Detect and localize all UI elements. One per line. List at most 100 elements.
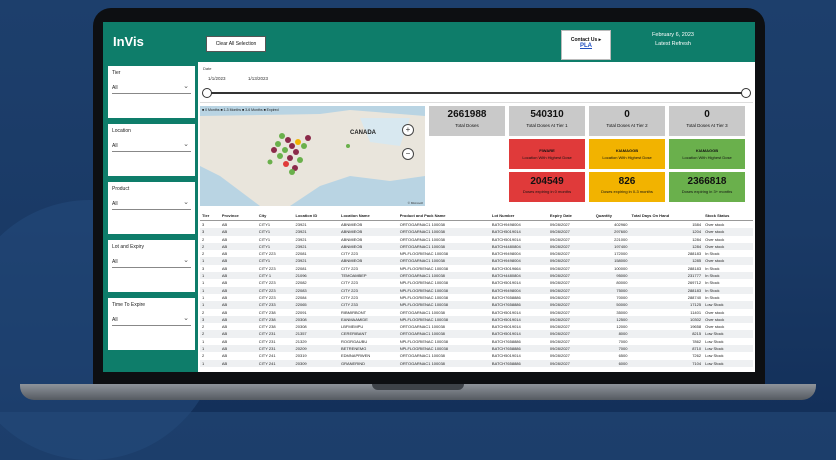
- table-row[interactable]: 2 AB CITY 238 22091 RIBMIRBONT ORTOGARNAC1 10…: [200, 309, 753, 316]
- filter-underline: [112, 93, 191, 94]
- table-cell: CITY 223: [341, 294, 358, 300]
- table-cell: CITY 231: [256, 330, 294, 338]
- lot-expiry-filter[interactable]: Lot and Expiry All ⌄: [108, 240, 195, 292]
- map-attribution: © Microsoft: [407, 201, 423, 205]
- table-row[interactable]: 3 AB CITY1 23921 ABNMIEOB ORTOGARNAC1 100038 B…: [200, 228, 753, 236]
- table-cell: BATCH9498004: [489, 257, 548, 265]
- range-start-handle[interactable]: [202, 88, 212, 98]
- contact-link[interactable]: PLA: [562, 43, 610, 49]
- column-header[interactable]: Total Days On Hand: [629, 210, 704, 221]
- chevron-down-icon[interactable]: ⌄: [183, 314, 189, 322]
- table-cell: TEMOAMBEP: [339, 272, 398, 280]
- table-cell: NPLFLOGRIENAC 100038: [397, 286, 490, 294]
- table-cell: 3: [200, 228, 220, 236]
- table-cell: 35000: [616, 309, 628, 315]
- time-to-expire-filter[interactable]: Time To Expire All ⌄: [108, 298, 195, 350]
- table-cell: LBFMEMPU: [341, 324, 364, 330]
- table-cell: 09/28/2027: [549, 265, 570, 271]
- range-end-handle[interactable]: [741, 88, 751, 98]
- date-range-slicer[interactable]: Date 1/1/2023 1/13/2023: [200, 64, 753, 103]
- column-header[interactable]: Stock Status: [703, 210, 753, 221]
- table-row[interactable]: 1 AB CITY1 23921 ABNMIEOB ORTOGARNAC1 100038 B…: [200, 257, 753, 265]
- table-cell: NPLFLOGRIENAC 100038: [399, 280, 448, 286]
- start-date[interactable]: 1/1/2023: [208, 76, 226, 81]
- filter-value: All: [112, 143, 118, 149]
- location-filter[interactable]: Location All ⌄: [108, 124, 195, 176]
- table-cell: ORTOGARNAC1 100038: [397, 359, 490, 367]
- table-cell: NPLFLOGRIENAC 100038: [399, 265, 448, 271]
- table-row[interactable]: 1 AB CITY 1 21096 TEMOAMBEP ORTOGARNAC1 10003…: [200, 272, 753, 280]
- table-cell: 09/28/2027: [547, 257, 594, 265]
- table-row[interactable]: 3 AB CITY1 23921 ABNMIEOB ORTOGARNAC1 100038 B…: [200, 221, 753, 229]
- table-cell: BATCH9498004: [489, 286, 548, 294]
- filter-underline: [112, 209, 191, 210]
- table-cell: NPLFLOGRIENAC 100038: [399, 338, 448, 344]
- zoom-in-icon[interactable]: +: [402, 124, 414, 136]
- table-cell: 09/28/2027: [549, 338, 570, 344]
- column-header[interactable]: Quantity: [593, 210, 630, 221]
- table-cell: ORTOGARNAC1 100038: [399, 236, 445, 242]
- table-row[interactable]: 2 AB CITY 231 21357 CERERIBANT ORTOGARNAC1 10…: [200, 330, 753, 338]
- table-cell: BATCH7658886: [489, 301, 548, 309]
- table-row[interactable]: 1 AB CITY 233 22065 CITY 233 NPLFLOGRIENAC 10…: [200, 301, 753, 309]
- table-cell: ORTOGARNAC1 100038: [399, 222, 445, 227]
- column-header[interactable]: Lot Number: [489, 210, 548, 221]
- map-country-label: CANADA: [350, 130, 376, 136]
- table-row[interactable]: 1 AB CITY 231 21329 ROGRGAUBU NPLFLOGRIENAC 1…: [200, 338, 753, 345]
- table-cell: BATCH9498004: [491, 222, 521, 227]
- table-cell: CITY 223: [341, 265, 358, 271]
- table-row[interactable]: 2 AB CITY1 23921 ABNMIEOB ORTOGARNAC1 100038 B…: [200, 242, 753, 251]
- table-cell: In Stock: [703, 272, 753, 280]
- table-row[interactable]: 1 AB CITY 223 22082 CITY 223 NPLFLOGRIENAC 10…: [200, 279, 753, 286]
- tier-filter[interactable]: Tier All ⌄: [108, 66, 195, 118]
- contact-us-button[interactable]: Contact Us ▸ PLA: [561, 30, 611, 60]
- column-header[interactable]: Location ID: [293, 210, 339, 221]
- table-cell: AB: [219, 257, 257, 265]
- column-header[interactable]: Product and Pack Name: [397, 210, 490, 221]
- table-cell: 1: [202, 294, 205, 300]
- chevron-down-icon[interactable]: ⌄: [183, 198, 189, 206]
- location-map[interactable]: ■ 0 Months ■ 1-3 Months ■ 3-6 Months ■ E…: [200, 106, 425, 206]
- table-cell: BATCH7658886: [491, 338, 521, 344]
- chevron-down-icon[interactable]: ⌄: [183, 256, 189, 264]
- column-header[interactable]: Expiry Date: [547, 210, 594, 221]
- product-filter[interactable]: Product All ⌄: [108, 182, 195, 234]
- table-cell: 2: [202, 353, 205, 359]
- table-cell: Over stock: [705, 222, 725, 227]
- card-value: 826: [618, 176, 636, 187]
- table-cell: 23921: [295, 236, 307, 242]
- chevron-down-icon[interactable]: ⌄: [183, 140, 189, 148]
- table-cell: 288183: [629, 286, 704, 294]
- table-row[interactable]: 3 AB CITY 238 20308 EANMAAMIDE NPLFLOGRIENAC …: [200, 315, 753, 324]
- column-header[interactable]: Location Name: [339, 210, 398, 221]
- table-row[interactable]: 2 AB CITY 238 20308 LBFMEMPU ORTOGARNAC1 1000…: [200, 323, 753, 330]
- table-cell: CITY1: [256, 257, 294, 265]
- table-row[interactable]: 2 AB CITY1 23921 ABNMIEOB ORTOGARNAC1 100038 B…: [200, 236, 753, 243]
- table-row[interactable]: 2 AB CITY 241 20319 EDMNAPRWEN ORTOGARNAC1 10…: [200, 352, 753, 359]
- table-cell: ORTOGARNAC1 100038: [399, 324, 445, 330]
- table-row[interactable]: 1 AB CITY 223 22084 CITY 223 NPLFLOGRIENAC 10…: [200, 294, 753, 301]
- inventory-table: Tier Province City Location ID Location Name…: [200, 210, 753, 367]
- column-header[interactable]: Tier: [200, 210, 220, 221]
- date-range-track[interactable]: [202, 88, 751, 98]
- chevron-down-icon[interactable]: ⌄: [183, 82, 189, 90]
- table-cell: AB: [221, 353, 228, 359]
- table-cell: BATCH5019014: [491, 353, 521, 359]
- table-row[interactable]: 2 AB CITY 223 22081 CITY 223 NPLFLOGRIENAC 10…: [200, 250, 753, 257]
- table-row[interactable]: 3 AB CITY 223 22081 CITY 223 NPLFLOGRIENAC 10…: [200, 265, 753, 272]
- table-cell: In Stock: [705, 265, 720, 271]
- table-row[interactable]: 1 AB CITY 241 20309 GRANERIND ORTOGARNAC1 100…: [200, 359, 753, 367]
- filter-value: All: [112, 259, 118, 265]
- zoom-out-icon[interactable]: −: [402, 148, 414, 160]
- table-cell: BATCH4480804: [489, 242, 548, 251]
- table-cell: AB: [221, 324, 228, 330]
- table-cell: 8710: [629, 345, 704, 353]
- end-date[interactable]: 1/13/2023: [248, 76, 268, 81]
- table-cell: BATCH7658886: [489, 345, 548, 353]
- column-header[interactable]: Province: [219, 210, 257, 221]
- clear-selection-button[interactable]: Clear All Selection: [206, 36, 266, 52]
- table-cell: 1: [200, 345, 220, 353]
- column-header[interactable]: City: [256, 210, 294, 221]
- table-row[interactable]: 1 AB CITY 223 22083 CITY 223 NPLFLOGRIENAC 10…: [200, 286, 753, 294]
- table-row[interactable]: 1 AB CITY 231 20209 BETRENEMG NPLFLOGRIENAC 1…: [200, 345, 753, 353]
